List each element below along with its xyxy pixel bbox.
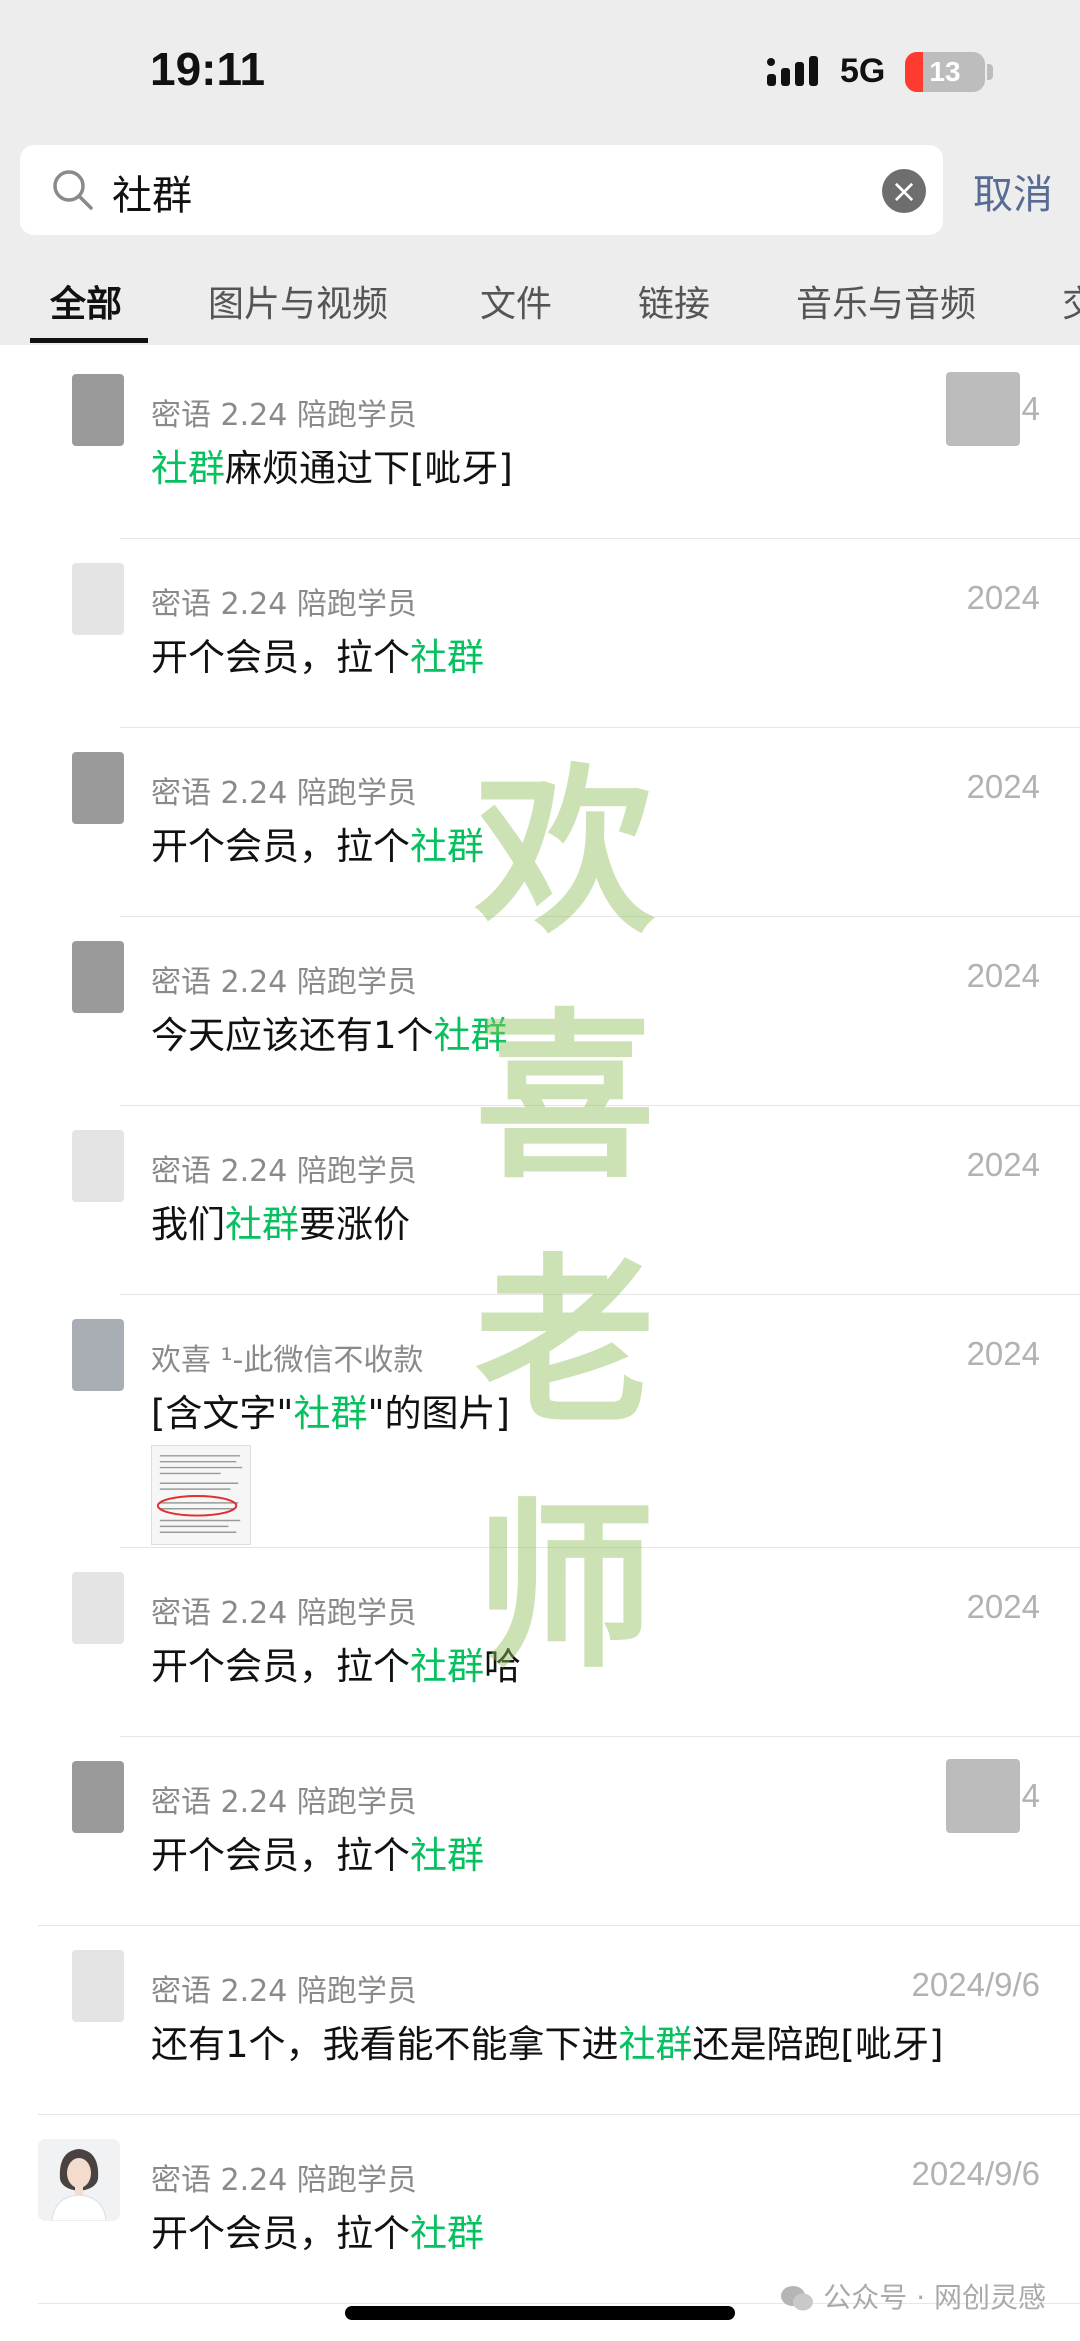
footer-brand-text: 公众号 · 网创灵感 (823, 2281, 1046, 2314)
status-time: 19:11 (150, 43, 266, 95)
search-input[interactable]: 社群 (112, 163, 192, 221)
message-text: 开个会员，拉个社群 (151, 627, 484, 681)
avatar (72, 563, 124, 635)
message-text-before: 开个会员，拉个 (151, 825, 410, 868)
avatar (72, 1130, 124, 1202)
message-text-before: 开个会员，拉个 (151, 636, 410, 679)
keyword-highlight: 社群 (225, 1203, 299, 1246)
watermark-char: 欢 (474, 747, 655, 958)
avatar (72, 752, 124, 824)
keyword-highlight: 社群 (410, 636, 484, 679)
message-date: 2024/9/6 (911, 2155, 1040, 2192)
message-text-before: 今天应该还有1个 (151, 1014, 434, 1057)
search-bar[interactable]: 社群 × (20, 145, 943, 235)
active-tab-indicator (30, 338, 148, 343)
watermark-char: 老 (474, 1237, 655, 1448)
battery-percent: 13 (929, 56, 961, 87)
avatar (72, 1572, 124, 1644)
message-text-before: 开个会员，拉个 (151, 1834, 410, 1877)
sender-name: 密语 2.24 陪跑学员 (151, 776, 417, 811)
watermark-char: 师 (474, 1482, 655, 1693)
tab-more[interactable]: 交 (1062, 275, 1080, 327)
message-date: 2024 (966, 579, 1040, 616)
message-text-after: 还是陪跑[呲牙] (692, 2023, 944, 2066)
message-text: 开个会员，拉个社群 (151, 2203, 484, 2257)
image-thumbnail[interactable] (151, 1445, 251, 1545)
battery-icon: 13 (905, 52, 985, 92)
tab-files[interactable]: 文件 (480, 275, 552, 327)
battery-cap (987, 64, 993, 80)
keyword-highlight: 社群 (410, 1834, 484, 1877)
avatar (72, 1761, 124, 1833)
cancel-button[interactable]: 取消 (973, 162, 1053, 220)
message-text: 还有1个，我看能不能拿下进社群还是陪跑[呲牙] (151, 2014, 943, 2068)
filter-tabs: 全部 图片与视频 文件 链接 音乐与音频 交 (0, 275, 1080, 345)
sender-name: 密语 2.24 陪跑学员 (151, 2163, 417, 2198)
tab-all[interactable]: 全部 (50, 275, 122, 327)
sender-name: 密语 2.24 陪跑学员 (151, 965, 417, 1000)
footer-brand: 公众号 · 网创灵感 (779, 2276, 1046, 2316)
sender-name: 密语 2.24 陪跑学员 (151, 398, 417, 433)
tab-music-audio[interactable]: 音乐与音频 (796, 275, 976, 327)
list-item[interactable]: 密语 2.24 陪跑学员 2024 社群麻烦通过下[呲牙] (0, 350, 1080, 539)
message-text: 社群麻烦通过下[呲牙] (151, 438, 513, 492)
message-text: 我们社群要涨价 (151, 1194, 410, 1248)
keyword-highlight: 社群 (151, 447, 225, 490)
avatar (72, 1950, 124, 2022)
message-text-before: 开个会员，拉个 (151, 2212, 410, 2255)
message-text-before: [含文字" (151, 1392, 294, 1435)
sender-name: 密语 2.24 陪跑学员 (151, 587, 417, 622)
message-text: 开个会员，拉个社群 (151, 816, 484, 870)
list-item[interactable]: 密语 2.24 陪跑学员 2024 开个会员，拉个社群 (0, 539, 1080, 728)
message-text-before: 我们 (151, 1203, 225, 1246)
watermark-text: 欢 喜 老 师 (450, 730, 680, 1710)
avatar (72, 1319, 124, 1391)
message-date: 2024 (966, 768, 1040, 805)
keyword-highlight: 社群 (410, 2212, 484, 2255)
message-date: 2024 (966, 957, 1040, 994)
sender-name: 欢喜 ¹-此微信不收款 (151, 1343, 424, 1378)
blurred-region (946, 372, 1020, 446)
message-date: 2024/9/6 (911, 1966, 1040, 2003)
keyword-highlight: 社群 (618, 2023, 693, 2066)
message-date: 2024 (966, 1146, 1040, 1183)
tab-links[interactable]: 链接 (638, 275, 710, 327)
message-text-before: 开个会员，拉个 (151, 1645, 410, 1688)
avatar (38, 2139, 120, 2221)
sender-name: 密语 2.24 陪跑学员 (151, 1154, 417, 1189)
search-icon (53, 170, 93, 210)
wechat-icon (781, 2286, 814, 2311)
home-indicator[interactable] (345, 2306, 735, 2320)
blurred-region (946, 1759, 1020, 1833)
message-text-before: 还有1个，我看能不能拿下进 (151, 2023, 619, 2066)
message-date: 2024 (966, 1335, 1040, 1372)
sender-name: 密语 2.24 陪跑学员 (151, 1596, 417, 1631)
clear-search-icon[interactable]: × (882, 169, 926, 213)
sender-name: 密语 2.24 陪跑学员 (151, 1974, 417, 2009)
message-text: 开个会员，拉个社群 (151, 1825, 484, 1879)
message-text-after: 要涨价 (299, 1203, 410, 1246)
tab-images-videos[interactable]: 图片与视频 (208, 275, 388, 327)
avatar (72, 941, 124, 1013)
keyword-highlight: 社群 (293, 1392, 368, 1435)
list-item[interactable]: 密语 2.24 陪跑学员 2024/9/6 还有1个，我看能不能拿下进社群还是陪… (0, 1926, 1080, 2115)
message-date: 2024 (966, 1588, 1040, 1625)
watermark-char: 喜 (474, 992, 655, 1203)
list-item[interactable]: 密语 2.24 陪跑学员 2024 开个会员，拉个社群 (0, 1737, 1080, 1926)
signal-strength-icon (767, 56, 818, 86)
message-text-after: 麻烦通过下[呲牙] (225, 447, 513, 490)
sender-name: 密语 2.24 陪跑学员 (151, 1785, 417, 1820)
network-type: 5G (840, 52, 886, 90)
avatar (72, 374, 124, 446)
